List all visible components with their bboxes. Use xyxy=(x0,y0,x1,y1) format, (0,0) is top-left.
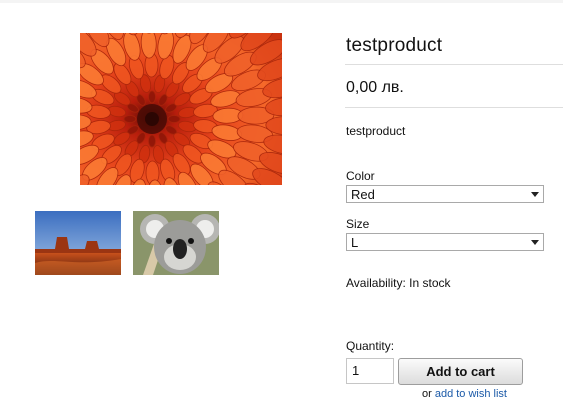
size-select[interactable]: L xyxy=(346,233,544,251)
add-to-wishlist-link[interactable]: add to wish list xyxy=(435,388,507,400)
title-divider xyxy=(345,64,563,65)
product-short-description: testproduct xyxy=(346,124,406,138)
color-selected-value: Red xyxy=(351,187,375,202)
flower-petal xyxy=(123,115,137,123)
product-page: testproduct 0,00 лв. testproduct Color R… xyxy=(0,3,563,419)
quantity-input[interactable]: 1 xyxy=(346,358,394,384)
chevron-down-icon xyxy=(531,192,539,197)
size-selected-value: L xyxy=(351,235,359,250)
wishlist-line: or add to wish list xyxy=(422,388,507,400)
flower-image xyxy=(80,33,282,185)
product-title: testproduct xyxy=(346,35,443,56)
or-text: or xyxy=(422,388,432,400)
chevron-down-icon xyxy=(531,240,539,245)
product-price: 0,00 лв. xyxy=(346,79,404,96)
product-main-image[interactable] xyxy=(80,33,282,185)
flower-petal xyxy=(148,134,156,148)
size-label: Size xyxy=(346,217,370,231)
availability-status: Availability: In stock xyxy=(346,276,451,290)
add-to-cart-button[interactable]: Add to cart xyxy=(398,358,523,385)
desert-mesa-thumbnail[interactable] xyxy=(35,211,121,275)
color-select[interactable]: Red xyxy=(346,185,544,203)
quantity-label: Quantity: xyxy=(346,339,395,353)
color-label: Color xyxy=(346,169,375,183)
koala-thumbnail[interactable] xyxy=(133,211,219,275)
flower-petal xyxy=(148,90,156,104)
flower-petal xyxy=(167,115,181,123)
price-divider xyxy=(345,107,563,108)
